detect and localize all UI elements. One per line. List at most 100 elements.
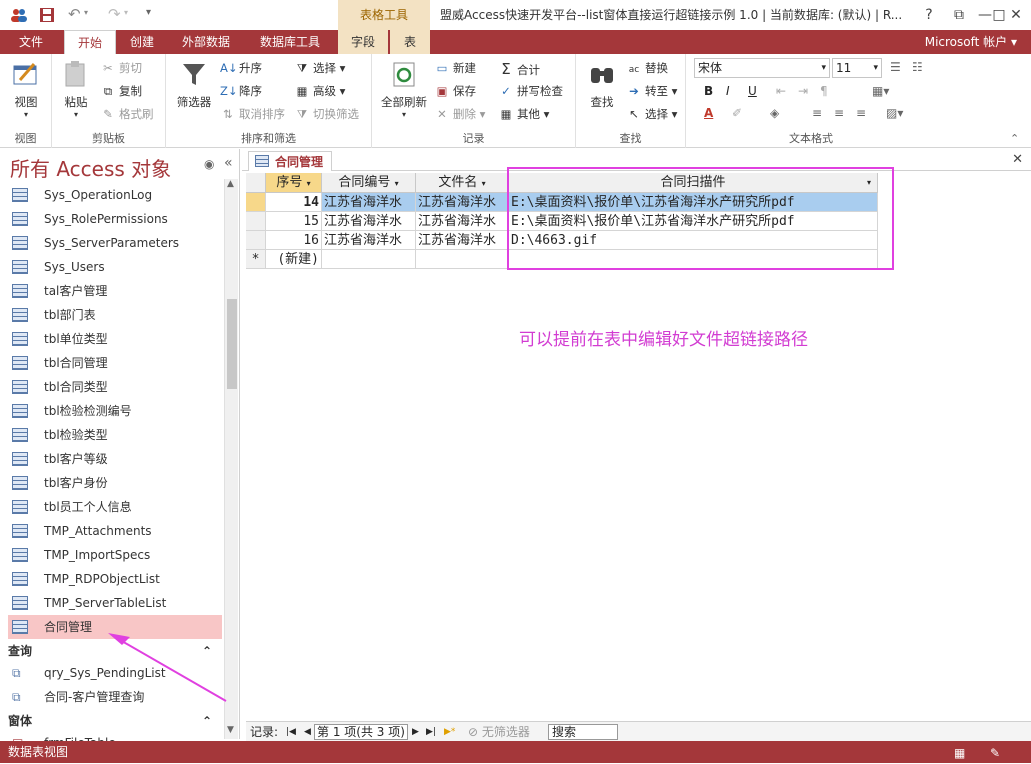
row-selector[interactable] [246,231,266,250]
grid-cell-id[interactable]: 14 [266,193,322,212]
collapse-nav-icon[interactable]: « [224,155,233,171]
nav-scroll-thumb[interactable] [227,299,237,389]
clear-sort-button[interactable]: ⇅ 取消排序 [220,106,285,122]
format-painter-button[interactable]: ✎ 格式刷 [100,106,153,122]
sort-descending-button[interactable]: Z↓降序 [220,83,262,99]
grid-cell-file-name[interactable]: 江苏省海洋水 [416,212,509,231]
highlight-icon[interactable]: ✐ [732,106,742,120]
nav-table-item[interactable]: Sys_ServerParameters [8,231,222,255]
selection-filter-button[interactable]: ⧩ 选择 ▾ [294,60,346,76]
close-document-icon[interactable]: ✕ [1012,152,1023,167]
next-record-icon[interactable]: ▶ [412,722,419,742]
tab-fields[interactable]: 字段 [338,30,388,54]
save-record-button[interactable]: ▣ 保存 [434,83,476,99]
bold-button[interactable]: B [704,84,713,98]
nav-table-item[interactable]: tbl员工个人信息 [8,495,222,519]
font-color-icon[interactable]: A [704,106,713,120]
design-view-icon[interactable]: ✎ [990,742,1000,764]
replace-button[interactable]: ac 替换 [626,60,668,76]
column-header-id[interactable]: 序号 ▾ [266,173,322,193]
tab-create[interactable]: 创建 [118,30,166,54]
nav-table-item[interactable]: tbl单位类型 [8,327,222,351]
font-name-select[interactable]: 宋体 ▾ [694,58,830,78]
nav-table-item[interactable]: tbl检验检测编号 [8,399,222,423]
redo-dropdown-icon[interactable]: ▾ [124,8,128,17]
font-size-select[interactable]: 11 ▾ [832,58,882,78]
users-icon[interactable] [10,7,28,26]
more-button[interactable]: ▦ 其他 ▾ [498,106,550,122]
undo-dropdown-icon[interactable]: ▾ [84,8,88,17]
grid-cell-contract-no[interactable]: 江苏省海洋水 [322,231,416,250]
align-center-icon[interactable]: ≡ [834,106,844,120]
record-position-field[interactable]: 第 1 项(共 3 项) [314,724,408,740]
tab-external-data[interactable]: 外部数据 [170,30,242,54]
totals-button[interactable]: Σ 合计 [498,60,540,78]
numbered-list-icon[interactable]: ☷ [912,60,923,74]
last-record-icon[interactable]: ▶| [426,722,436,742]
tab-file[interactable]: 文件 [0,30,62,54]
close-window-button[interactable]: ✕ [1001,0,1031,30]
filter-button[interactable]: 筛选器 [172,58,216,110]
scroll-down-icon[interactable]: ▼ [227,725,234,735]
column-dropdown-icon[interactable]: ▾ [307,179,311,188]
nav-table-item[interactable]: TMP_RDPObjectList [8,567,222,591]
refresh-all-button[interactable]: 全部刷新 ▾ [376,58,432,119]
nav-table-item[interactable]: TMP_ServerTableList [8,591,222,615]
first-record-icon[interactable]: |◀ [286,722,296,742]
nav-table-item[interactable]: tal客户管理 [8,279,222,303]
tab-table[interactable]: 表 [390,30,430,54]
row-selector[interactable] [246,212,266,231]
prev-record-icon[interactable]: ◀ [304,722,311,742]
scroll-up-icon[interactable]: ▲ [227,179,234,189]
nav-pane-title[interactable]: 所有 Access 对象 [10,153,171,182]
save-icon[interactable] [39,7,55,26]
column-header-contract-no[interactable]: 合同编号 ▾ [322,173,416,193]
collapse-group-icon[interactable]: ⌃ [202,711,212,731]
delete-record-button[interactable]: ✕ 删除 ▾ [434,106,485,122]
new-row-marker[interactable]: * [246,250,266,269]
grid-cell-id[interactable]: 16 [266,231,322,250]
paragraph-icon[interactable]: ¶ [820,84,828,98]
align-right-icon[interactable]: ≡ [856,106,866,120]
paste-button[interactable]: 粘贴 ▾ [58,58,94,119]
datasheet-view-icon[interactable]: ▦ [954,742,965,764]
spelling-button[interactable]: ✓ 拼写检查 [498,83,563,99]
customize-qat-icon[interactable]: ▾ [146,7,151,18]
filter-status[interactable]: ⊘ 无筛选器 [468,722,530,742]
account-button[interactable]: Microsoft 帐户 ▾ [925,30,1017,54]
grid-cell-file-name[interactable]: 江苏省海洋水 [416,193,509,212]
column-header-file-name[interactable]: 文件名 ▾ [416,173,509,193]
new-record-nav-icon[interactable]: ▶* [444,722,455,742]
collapse-ribbon-icon[interactable]: ⌃ [1010,132,1019,145]
find-button[interactable]: 查找 [582,58,622,110]
nav-table-item[interactable]: tbl合同类型 [8,375,222,399]
underline-button[interactable]: U [748,84,757,98]
sort-ascending-button[interactable]: A↓升序 [220,60,262,76]
increase-indent-icon[interactable]: ⇥ [798,84,808,98]
select-all-corner[interactable] [246,173,266,193]
decrease-indent-icon[interactable]: ⇤ [776,84,786,98]
help-button[interactable]: ? [914,0,944,30]
search-box[interactable]: 搜索 [548,724,618,740]
alternate-row-color-icon[interactable]: ▨▾ [886,106,903,120]
copy-button[interactable]: ⧉ 复制 [100,83,142,99]
row-selector[interactable] [246,193,266,212]
column-dropdown-icon[interactable]: ▾ [482,179,486,188]
nav-table-item[interactable]: TMP_Attachments [8,519,222,543]
nav-table-item[interactable]: TMP_ImportSpecs [8,543,222,567]
tab-home[interactable]: 开始 [64,30,116,54]
select-button[interactable]: ↖ 选择 ▾ [626,106,677,122]
gridlines-icon[interactable]: ▦▾ [872,84,889,98]
italic-button[interactable]: I [726,84,730,98]
new-record-button[interactable]: ▭ 新建 [434,60,476,76]
fill-color-icon[interactable]: ◈ [770,106,779,120]
nav-table-item[interactable]: Sys_OperationLog [8,183,222,207]
nav-table-item[interactable]: tbl合同管理 [8,351,222,375]
grid-cell-contract-no[interactable]: 江苏省海洋水 [322,193,416,212]
redo-icon[interactable]: ↷ [108,5,121,23]
nav-table-item[interactable]: Sys_RolePermissions [8,207,222,231]
goto-button[interactable]: ➔ 转至 ▾ [626,83,677,99]
nav-table-item[interactable]: tbl部门表 [8,303,222,327]
new-row-cell[interactable] [322,250,416,269]
bullet-list-icon[interactable]: ☰ [890,60,901,74]
